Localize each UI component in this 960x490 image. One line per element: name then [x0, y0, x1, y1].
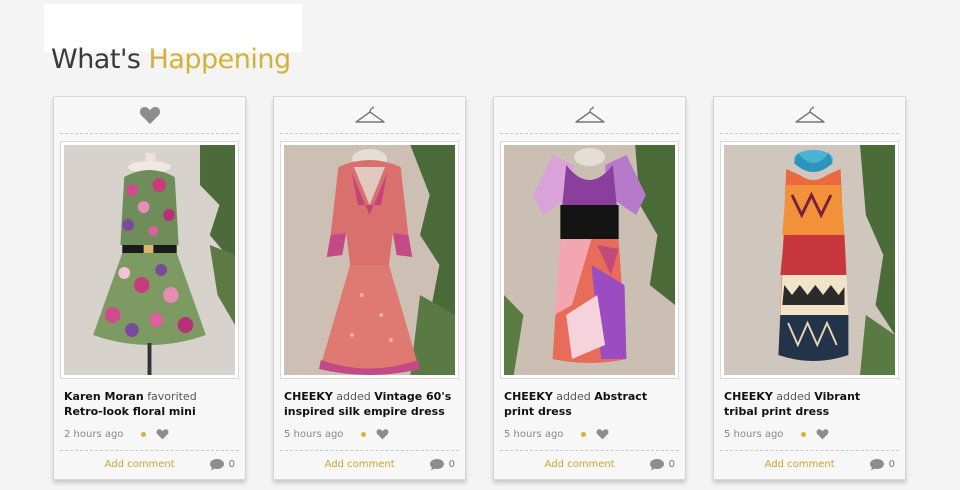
activity-verb: favorited	[147, 390, 197, 403]
heart-icon[interactable]	[139, 105, 161, 125]
card-header	[494, 97, 685, 133]
comment-count: 0	[228, 458, 235, 470]
activity-verb: added	[336, 390, 371, 403]
divider	[500, 133, 679, 134]
divider	[60, 133, 239, 134]
add-comment-link[interactable]: Add comment	[545, 459, 615, 470]
section-title-dark: What's	[51, 44, 141, 75]
section-title-accent: Happening	[148, 44, 292, 75]
comment-count: 0	[448, 458, 455, 470]
card-footer: Add comment 0	[724, 451, 895, 477]
activity-card: CHEEKY added Vintage 60's inspired silk …	[273, 96, 466, 480]
activity-caption: CHEEKY added Abstract print dress	[504, 389, 675, 421]
activity-meta: 2 hours ago	[64, 425, 235, 443]
product-image[interactable]	[280, 141, 459, 379]
add-comment-link[interactable]: Add comment	[765, 459, 835, 470]
separator-dot	[801, 431, 807, 437]
section-title: What's Happening	[51, 44, 291, 75]
separator-dot	[141, 431, 147, 437]
add-comment-link[interactable]: Add comment	[105, 459, 175, 470]
activity-meta: 5 hours ago	[724, 425, 895, 443]
hanger-icon	[574, 106, 605, 123]
favorite-heart-icon[interactable]	[376, 428, 389, 440]
comment-count: 0	[668, 458, 675, 470]
comment-icon	[209, 458, 224, 470]
favorite-heart-icon[interactable]	[156, 428, 169, 440]
card-footer: Add comment 0	[64, 451, 235, 477]
activity-meta: 5 hours ago	[284, 425, 455, 443]
comment-icon	[429, 458, 444, 470]
floral-dress-photo	[64, 145, 235, 375]
activity-card: CHEEKY added Vibrant tribal print dress …	[713, 96, 906, 480]
activity-caption: CHEEKY added Vibrant tribal print dress	[724, 389, 895, 421]
abstract-dress-photo	[504, 145, 675, 375]
activity-verb: added	[776, 390, 811, 403]
activity-card: CHEEKY added Abstract print dress 5 hour…	[493, 96, 686, 480]
comment-count: 0	[888, 458, 895, 470]
hanger-icon	[794, 106, 825, 123]
timestamp: 2 hours ago	[64, 428, 124, 440]
activity-meta: 5 hours ago	[504, 425, 675, 443]
timestamp: 5 hours ago	[724, 428, 784, 440]
user-link[interactable]: CHEEKY	[504, 390, 553, 403]
user-link[interactable]: Karen Moran	[64, 390, 144, 403]
timestamp: 5 hours ago	[284, 428, 344, 440]
timestamp: 5 hours ago	[504, 428, 564, 440]
favorite-heart-icon[interactable]	[816, 428, 829, 440]
card-footer: Add comment 0	[284, 451, 455, 477]
divider	[720, 133, 899, 134]
product-image[interactable]	[720, 141, 899, 379]
product-image[interactable]	[500, 141, 679, 379]
comment-icon	[869, 458, 884, 470]
comment-icon	[649, 458, 664, 470]
activity-verb: added	[556, 390, 591, 403]
divider	[280, 133, 459, 134]
activity-caption: CHEEKY added Vintage 60's inspired silk …	[284, 389, 455, 421]
silk-dress-photo	[284, 145, 455, 375]
tribal-dress-photo	[724, 145, 895, 375]
hanger-icon	[354, 106, 385, 123]
separator-dot	[581, 431, 587, 437]
user-link[interactable]: CHEEKY	[724, 390, 773, 403]
product-image[interactable]	[60, 141, 239, 379]
user-link[interactable]: CHEEKY	[284, 390, 333, 403]
card-header	[274, 97, 465, 133]
separator-dot	[361, 431, 367, 437]
card-header	[54, 97, 245, 133]
item-link[interactable]: Retro-look floral mini	[64, 405, 196, 418]
activity-card: Karen Moran favorited Retro-look floral …	[53, 96, 246, 480]
card-header	[714, 97, 905, 133]
add-comment-link[interactable]: Add comment	[325, 459, 395, 470]
activity-caption: Karen Moran favorited Retro-look floral …	[64, 389, 235, 421]
card-footer: Add comment 0	[504, 451, 675, 477]
favorite-heart-icon[interactable]	[596, 428, 609, 440]
